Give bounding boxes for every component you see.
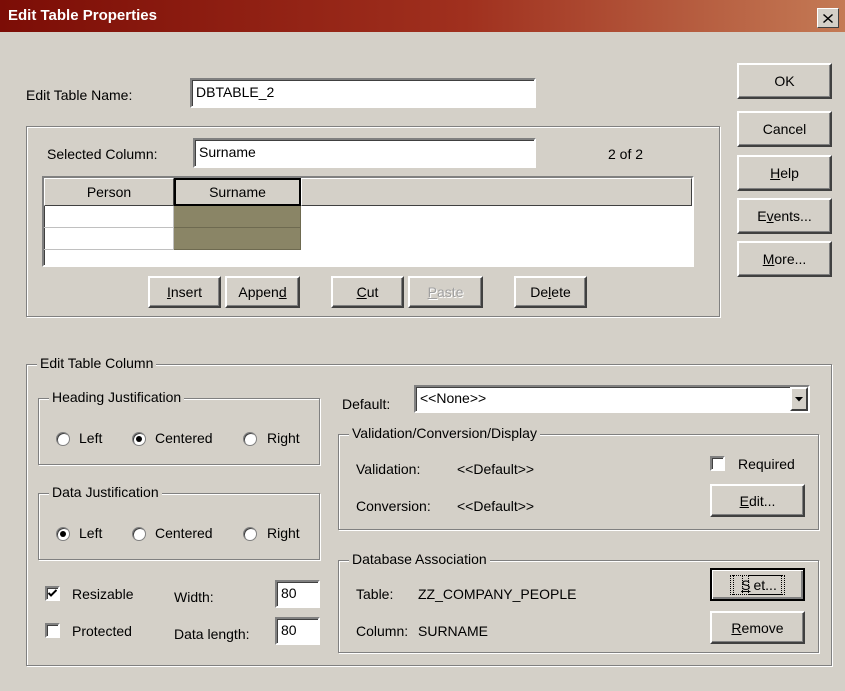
checkmark-icon — [48, 589, 57, 597]
heading-centered-label: Centered — [155, 430, 213, 446]
required-label: Required — [738, 456, 795, 472]
validation-label: Validation: — [356, 461, 421, 477]
resizable-label: Resizable — [72, 586, 134, 602]
data-left-radio[interactable] — [56, 527, 70, 541]
database-association-title: Database Association — [349, 551, 490, 567]
edit-validation-button[interactable]: Edit... — [710, 484, 805, 517]
append-button[interactable]: Append — [225, 276, 300, 308]
set-button[interactable]: Set... — [710, 568, 805, 601]
grid-cell[interactable] — [44, 206, 174, 228]
ok-button[interactable]: OK — [737, 63, 832, 99]
heading-right-radio[interactable] — [243, 432, 257, 446]
heading-left-radio[interactable] — [56, 432, 70, 446]
db-column-label: Column: — [356, 623, 409, 639]
grid-cell-selected[interactable] — [174, 228, 301, 250]
data-right-label: Right — [267, 525, 300, 541]
validation-group-title: Validation/Conversion/Display — [349, 425, 540, 441]
protected-checkbox[interactable] — [45, 623, 60, 638]
grid-header-surname[interactable]: Surname — [174, 178, 301, 206]
close-button[interactable] — [817, 8, 839, 28]
grid-cell[interactable] — [44, 228, 174, 250]
heading-justification-title: Heading Justification — [49, 389, 185, 405]
data-left-label: Left — [79, 525, 103, 541]
default-label: Default: — [342, 396, 391, 412]
validation-value: <<Default>> — [457, 461, 535, 477]
edit-table-properties-dialog: Edit Table Properties Edit Table Name: D… — [0, 0, 845, 691]
data-justification-title: Data Justification — [49, 484, 162, 500]
close-icon — [823, 13, 833, 23]
width-label: Width: — [174, 589, 214, 605]
table-name-label: Edit Table Name: — [26, 87, 133, 103]
paste-button[interactable]: Paste — [408, 276, 483, 308]
grid-cell-selected[interactable] — [174, 206, 301, 228]
width-input[interactable]: 80 — [275, 580, 320, 608]
data-centered-radio[interactable] — [132, 527, 146, 541]
edit-table-column-title: Edit Table Column — [37, 355, 157, 371]
column-position: 2 of 2 — [608, 146, 644, 162]
conversion-label: Conversion: — [356, 498, 431, 514]
data-length-input[interactable]: 80 — [275, 617, 320, 645]
data-centered-label: Centered — [155, 525, 213, 541]
table-name-input[interactable]: DBTABLE_2 — [190, 78, 536, 108]
delete-button[interactable]: Delete — [514, 276, 587, 308]
heading-left-label: Left — [79, 430, 103, 446]
table-grid[interactable]: Person Surname — [42, 176, 694, 267]
cancel-button[interactable]: Cancel — [737, 111, 832, 147]
grid-header-person[interactable]: Person — [44, 178, 174, 206]
help-button[interactable]: Help — [737, 155, 832, 191]
default-dropdown-button[interactable] — [790, 387, 808, 411]
insert-button[interactable]: Insert — [148, 276, 221, 308]
data-length-label: Data length: — [174, 626, 250, 642]
heading-right-label: Right — [267, 430, 300, 446]
default-select[interactable]: <<None>> — [414, 385, 810, 413]
title-bar: Edit Table Properties — [0, 0, 845, 32]
required-checkbox[interactable] — [710, 456, 725, 471]
window-title: Edit Table Properties — [8, 7, 157, 24]
data-right-radio[interactable] — [243, 527, 257, 541]
cut-button[interactable]: Cut — [331, 276, 404, 308]
selected-column-input[interactable]: Surname — [193, 138, 536, 168]
grid-header-blank — [301, 178, 692, 206]
db-table-label: Table: — [356, 586, 394, 602]
db-column-value: SURNAME — [418, 623, 489, 639]
db-table-value: ZZ_COMPANY_PEOPLE — [418, 586, 577, 602]
chevron-down-icon — [795, 396, 803, 401]
selected-column-label: Selected Column: — [47, 146, 158, 162]
events-button[interactable]: Events... — [737, 198, 832, 234]
conversion-value: <<Default>> — [457, 498, 535, 514]
protected-label: Protected — [72, 623, 132, 639]
heading-centered-radio[interactable] — [132, 432, 146, 446]
more-button[interactable]: More... — [737, 241, 832, 277]
default-value: <<None>> — [420, 390, 487, 406]
resizable-checkbox[interactable] — [45, 586, 60, 601]
remove-button[interactable]: Remove — [710, 611, 805, 644]
